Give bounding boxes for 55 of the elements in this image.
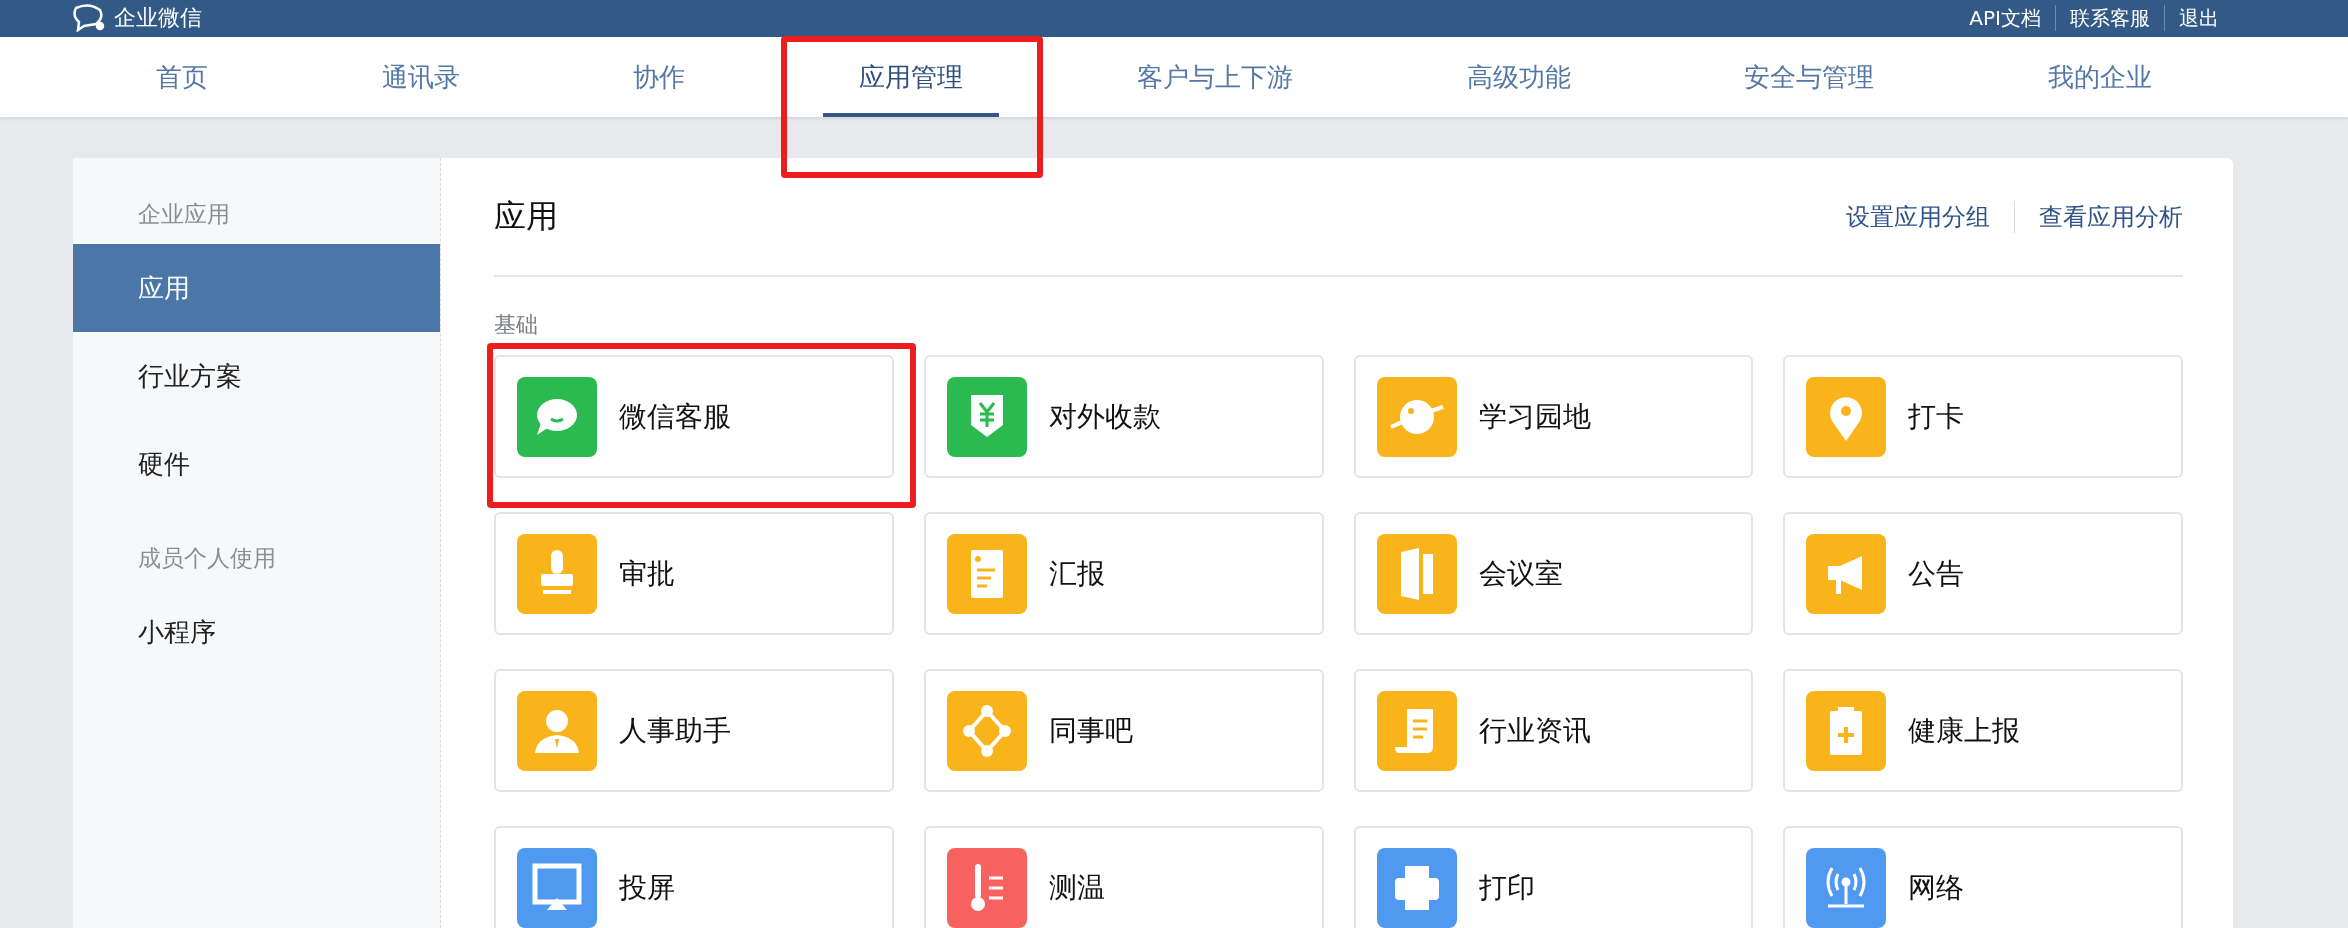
app-tile[interactable]: 行业资讯 (1353, 669, 1754, 792)
app-name: 公告 (1908, 555, 1965, 592)
logo-icon (72, 4, 106, 32)
app-name: 行业资讯 (1478, 712, 1591, 749)
app-name: 测温 (1048, 869, 1105, 906)
app-tile[interactable]: 打印 (1353, 826, 1754, 928)
app-name: 投屏 (619, 869, 675, 906)
action-link[interactable]: 设置应用分组 (1846, 200, 1990, 233)
app-tile[interactable]: 微信客服 (494, 355, 894, 478)
nav-tab[interactable]: 协作 (597, 37, 722, 117)
app-tile[interactable]: 同事吧 (923, 669, 1324, 792)
app-name: 网络 (1908, 869, 1965, 906)
app-tile[interactable]: 会议室 (1353, 512, 1754, 635)
nav-tab[interactable]: 通讯录 (345, 37, 496, 117)
app-name: 对外收款 (1048, 398, 1161, 435)
app-tile[interactable]: 汇报 (923, 512, 1324, 635)
sidebar-group-title: 成员个人使用 (137, 544, 277, 573)
header-link[interactable]: API文档 (1955, 5, 2055, 31)
app-name: 学习园地 (1478, 398, 1591, 435)
sidebar-item[interactable]: 应用 (73, 244, 440, 332)
app-tile[interactable]: 投屏 (494, 826, 894, 928)
section-label: 基础 (494, 311, 539, 339)
action-link[interactable]: 查看应用分析 (2014, 200, 2183, 233)
app-tile[interactable]: 打卡 (1783, 355, 2183, 478)
nav-tab[interactable]: 高级功能 (1430, 37, 1607, 117)
nav-tab[interactable]: 首页 (120, 37, 244, 117)
nav-tab[interactable]: 客户与上下游 (1100, 37, 1329, 117)
app-tile[interactable]: 审批 (494, 512, 894, 635)
page-title: 应用 (494, 195, 558, 237)
app-name: 人事助手 (619, 712, 731, 749)
app-name: 打印 (1478, 869, 1535, 906)
app-name: 汇报 (1048, 555, 1105, 592)
header-link[interactable]: 退出 (2164, 5, 2233, 31)
app-tile[interactable]: 学习园地 (1353, 355, 1754, 478)
app-name: 会议室 (1478, 555, 1563, 592)
app-name: 健康上报 (1908, 712, 2021, 749)
app-tile[interactable]: 对外收款 (923, 355, 1324, 478)
nav-tab[interactable]: 我的企业 (2011, 37, 2188, 117)
sidebar-item[interactable]: 行业方案 (73, 332, 440, 420)
nav-tab[interactable]: 安全与管理 (1708, 37, 1911, 117)
app-tile[interactable]: 健康上报 (1783, 669, 2183, 792)
app-name: 同事吧 (1048, 712, 1133, 749)
sidebar-item[interactable]: 硬件 (73, 420, 440, 508)
app-tile[interactable]: 人事助手 (494, 669, 894, 792)
app-tile[interactable]: 网络 (1783, 826, 2183, 928)
app-name: 打卡 (1908, 398, 1965, 435)
sidebar-group-title: 企业应用 (137, 200, 231, 229)
logo-text: 企业微信 (114, 4, 202, 32)
app-name: 微信客服 (619, 398, 731, 435)
app-name: 审批 (619, 555, 675, 592)
sidebar-item[interactable]: 小程序 (73, 588, 440, 676)
app-tile[interactable]: 公告 (1783, 512, 2183, 635)
app-tile[interactable]: 测温 (923, 826, 1324, 928)
nav-tab[interactable]: 应用管理 (823, 37, 1000, 117)
header-link[interactable]: 联系客服 (2055, 5, 2164, 31)
